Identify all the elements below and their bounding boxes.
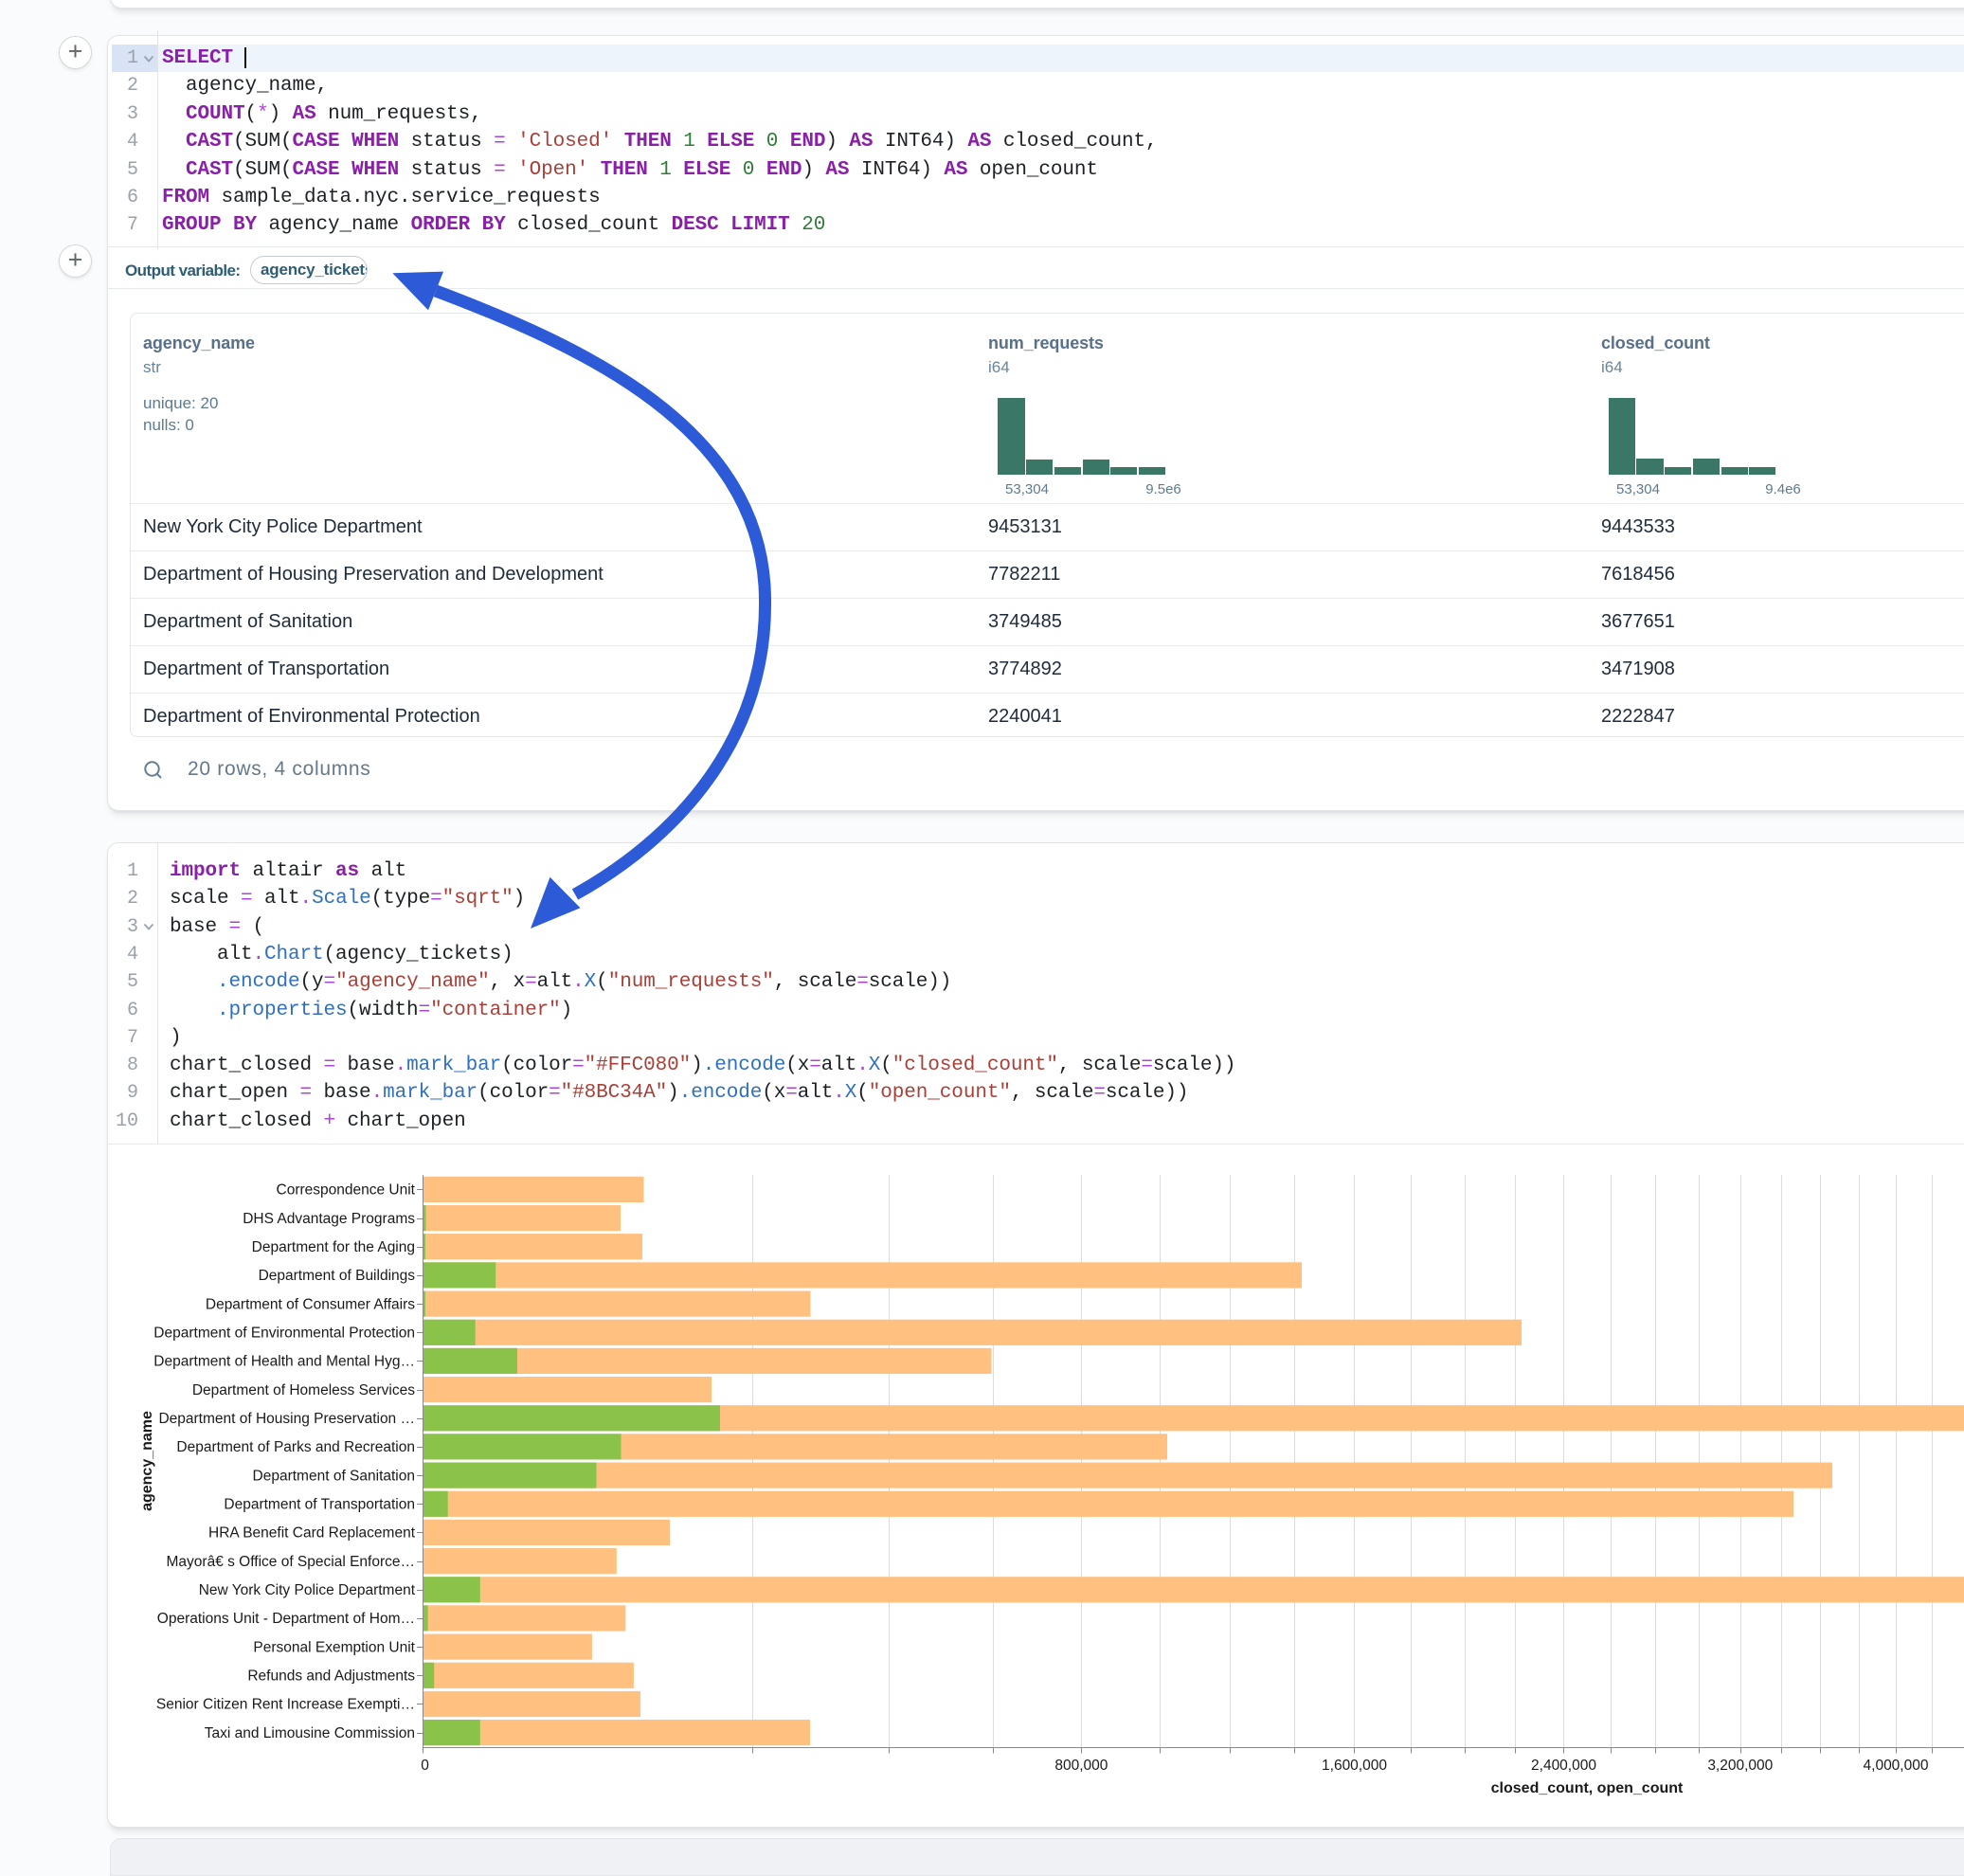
svg-text:Department for the Aging: Department for the Aging: [252, 1239, 415, 1255]
svg-text:Correspondence Unit: Correspondence Unit: [277, 1182, 416, 1199]
svg-text:1,600,000: 1,600,000: [1322, 1758, 1387, 1774]
svg-text:Operations Unit - Department o: Operations Unit - Department of Hom…: [157, 1611, 415, 1627]
svg-text:Personal Exemption Unit: Personal Exemption Unit: [253, 1639, 415, 1655]
svg-text:0: 0: [421, 1758, 429, 1774]
svg-text:800,000: 800,000: [1054, 1758, 1108, 1774]
svg-text:agency_name: agency_name: [139, 1411, 155, 1511]
svg-text:Department of Housing Preserva: Department of Housing Preservation …: [158, 1411, 415, 1427]
svg-text:DHS Advantage Programs: DHS Advantage Programs: [243, 1211, 415, 1227]
svg-text:HRA Benefit Card Replacement: HRA Benefit Card Replacement: [208, 1525, 416, 1542]
svg-text:4,000,000: 4,000,000: [1864, 1758, 1929, 1774]
svg-text:Department of Transportation: Department of Transportation: [224, 1497, 415, 1513]
svg-text:Refunds and Adjustments: Refunds and Adjustments: [247, 1669, 415, 1685]
svg-text:Department of Consumer Affairs: Department of Consumer Affairs: [206, 1296, 415, 1312]
svg-text:Department of Health and Menta: Department of Health and Mental Hyg…: [153, 1354, 415, 1370]
svg-text:Department of Buildings: Department of Buildings: [259, 1268, 416, 1284]
svg-text:closed_count, open_count: closed_count, open_count: [1491, 1780, 1684, 1796]
svg-text:New York City Police Departmen: New York City Police Department: [199, 1582, 416, 1598]
svg-text:Department of Sanitation: Department of Sanitation: [253, 1468, 415, 1484]
svg-text:Department of Parks and Recrea: Department of Parks and Recreation: [176, 1439, 415, 1455]
svg-text:3,200,000: 3,200,000: [1707, 1758, 1773, 1774]
svg-text:2,400,000: 2,400,000: [1531, 1758, 1596, 1774]
svg-text:Senior Citizen Rent Increase E: Senior Citizen Rent Increase Exempti…: [156, 1697, 415, 1713]
svg-text:Department of Homeless Service: Department of Homeless Services: [192, 1382, 415, 1398]
svg-text:Taxi and Limousine Commission: Taxi and Limousine Commission: [205, 1725, 415, 1741]
svg-text:Mayorâ€ s Office of Special En: Mayorâ€ s Office of Special Enforce…: [167, 1554, 415, 1570]
svg-text:Department of Environmental Pr: Department of Environmental Protection: [153, 1326, 415, 1342]
